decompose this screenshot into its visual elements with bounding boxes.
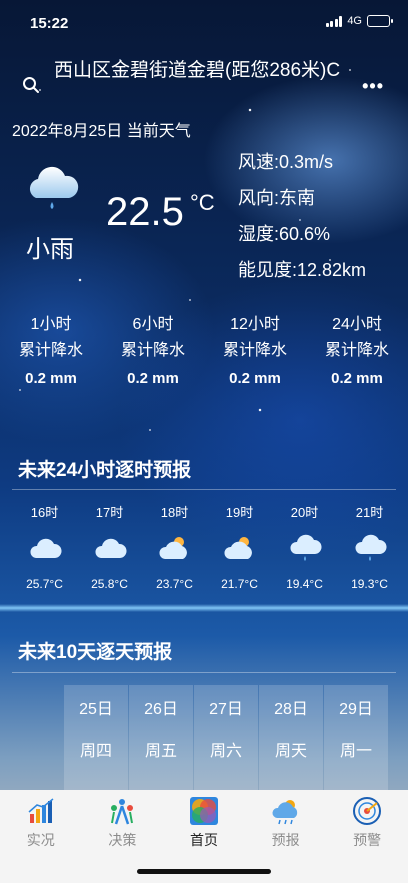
precip-value: 0.2 mm — [127, 370, 179, 387]
day-date: 29日 — [339, 701, 373, 718]
cloudy-icon — [29, 538, 62, 558]
home-icon — [189, 797, 218, 825]
daily-forecast-title: 未来10天逐天预报 — [18, 642, 173, 663]
day-weekday: 周五 — [144, 743, 177, 760]
day-item[interactable]: 27日 周六 — [194, 685, 258, 795]
precip-6h: 6小时 累计降水 0.2 mm — [102, 312, 204, 387]
day-date: 26日 — [144, 701, 178, 718]
hourly-forecast[interactable]: 16时 25.7°C 17时 25.8°C 18时 23.7°C 19时 21.… — [12, 502, 402, 591]
tab-label: 决策 — [108, 832, 137, 848]
temperature-unit: °C — [190, 190, 215, 215]
humidity: 湿度:60.6% — [238, 224, 331, 244]
tab-label: 预警 — [353, 832, 382, 848]
precip-label: 累计降水 — [324, 342, 389, 359]
precip-value: 0.2 mm — [331, 370, 383, 387]
tab-forecast[interactable]: 预报 — [245, 790, 327, 850]
light-rain-icon — [354, 534, 387, 561]
hour-temp: 25.8°C — [91, 577, 128, 591]
precip-period: 1小时 — [30, 316, 72, 333]
location-label[interactable]: 西山区金碧街道金碧(距您286米)C — [54, 56, 354, 85]
day-date: 25日 — [79, 701, 113, 718]
precip-12h: 12小时 累计降水 0.2 mm — [204, 312, 306, 387]
date-line: 2022年8月25日 当前天气 — [12, 123, 191, 140]
status-indicators: 4G — [325, 15, 393, 27]
bar-chart-icon — [28, 798, 54, 823]
day-weekday: 周天 — [274, 743, 307, 760]
forecast-icon — [272, 800, 297, 825]
more-icon[interactable]: ••• — [362, 76, 384, 97]
precip-label: 累计降水 — [120, 342, 185, 359]
day-date: 28日 — [274, 701, 308, 718]
precip-period: 6小时 — [132, 316, 174, 333]
day-item[interactable]: 29日 周一 — [324, 685, 388, 795]
precipitation-summary: 1小时 累计降水 0.2 mm 6小时 累计降水 0.2 mm 12小时 累计降… — [0, 312, 408, 387]
precip-period: 24小时 — [332, 316, 382, 333]
warning-radar-icon — [353, 797, 382, 825]
day-item[interactable]: 26日 周五 — [129, 685, 193, 795]
hour-item: 16时 25.7°C — [12, 502, 77, 591]
network-label: 4G — [347, 15, 362, 27]
hour-temp: 19.3°C — [351, 577, 388, 591]
hour-label: 16时 — [30, 505, 59, 520]
precip-value: 0.2 mm — [25, 370, 77, 387]
precip-label: 累计降水 — [222, 342, 287, 359]
cloudy-icon — [94, 538, 127, 558]
tab-decision[interactable]: 决策 — [82, 790, 164, 850]
hour-label: 19时 — [225, 505, 254, 520]
hour-temp: 21.7°C — [221, 577, 258, 591]
section-glow-divider — [0, 604, 408, 612]
precip-1h: 1小时 累计降水 0.2 mm — [0, 312, 102, 387]
tab-label: 实况 — [26, 832, 55, 848]
divider — [12, 489, 396, 490]
wind-speed: 风速:0.3m/s — [238, 152, 334, 172]
hour-item: 21时 19.3°C — [337, 502, 402, 591]
hour-item: 18时 23.7°C — [142, 502, 207, 591]
day-weekday: 周一 — [339, 743, 372, 760]
search-icon[interactable] — [22, 76, 40, 94]
hour-label: 18时 — [160, 505, 189, 520]
day-item[interactable]: 25日 周四 — [64, 685, 128, 795]
day-weekday: 周四 — [79, 743, 112, 760]
status-bar: 15:22 4G — [0, 0, 408, 48]
tab-label: 首页 — [189, 832, 218, 848]
precip-24h: 24小时 累计降水 0.2 mm — [306, 312, 408, 387]
current-temperature: 22.5 — [106, 190, 184, 234]
day-date: 27日 — [209, 701, 243, 718]
partly-cloudy-icon — [158, 537, 187, 559]
decision-people-icon — [111, 799, 134, 825]
precip-period: 12小时 — [230, 316, 280, 333]
partly-cloudy-icon — [223, 537, 252, 559]
hour-label: 20时 — [290, 505, 319, 520]
current-condition: 小雨 — [26, 236, 74, 263]
tab-home[interactable]: 首页 — [163, 790, 245, 850]
battery-icon — [367, 15, 393, 27]
precip-value: 0.2 mm — [229, 370, 281, 387]
hourly-forecast-title: 未来24小时逐时预报 — [18, 460, 192, 481]
precip-label: 累计降水 — [18, 342, 83, 359]
tab-warning[interactable]: 预警 — [326, 790, 408, 850]
visibility: 能见度:12.82km — [238, 260, 367, 280]
hour-item: 20时 19.4°C — [272, 502, 337, 591]
hour-label: 21时 — [355, 505, 384, 520]
wind-direction: 风向:东南 — [238, 188, 316, 208]
hour-temp: 19.4°C — [286, 577, 323, 591]
divider — [12, 672, 396, 673]
daily-forecast[interactable]: 25日 周四 26日 周五 27日 周六 28日 周天 29日 周一 — [64, 685, 388, 795]
tab-live[interactable]: 实况 — [0, 790, 82, 850]
hour-item: 19时 21.7°C — [207, 502, 272, 591]
day-item[interactable]: 28日 周天 — [259, 685, 323, 795]
hour-label: 17时 — [95, 505, 124, 520]
light-rain-icon — [289, 534, 322, 561]
tab-label: 预报 — [271, 832, 300, 848]
status-time: 15:22 — [30, 15, 69, 32]
day-weekday: 周六 — [209, 743, 242, 760]
signal-icon — [325, 15, 343, 27]
home-indicator[interactable] — [137, 869, 271, 874]
hour-temp: 23.7°C — [156, 577, 193, 591]
hour-temp: 25.7°C — [26, 577, 63, 591]
hour-item: 17时 25.8°C — [77, 502, 142, 591]
light-rain-icon — [29, 166, 79, 209]
current-details: 风速:0.3m/s 风向:东南 湿度:60.6% 能见度:12.82km — [238, 144, 366, 288]
